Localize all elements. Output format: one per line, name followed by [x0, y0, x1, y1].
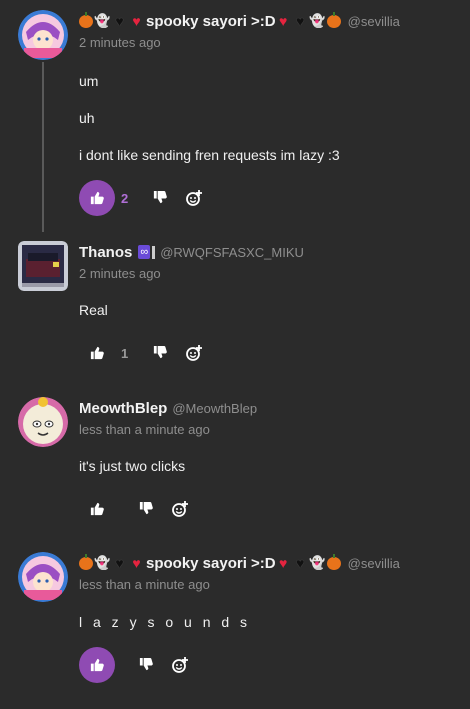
comment-text: um	[79, 73, 99, 89]
comment-header: 👻 ♥ ♥ spooky sayori >:D ♥ ♥ 👻 @sevillia	[79, 10, 400, 32]
comment-text: uh	[79, 110, 95, 126]
comment: 👻 ♥ ♥ spooky sayori >:D ♥ ♥ 👻 @sevillia …	[0, 10, 470, 230]
black-heart-icon: ♥	[115, 13, 124, 29]
ghost-icon: 👻	[94, 555, 111, 570]
thumbs-up-icon	[90, 191, 104, 205]
add-reaction-button[interactable]	[177, 180, 211, 216]
add-reaction-icon	[186, 189, 203, 206]
ghost-icon: 👻	[94, 13, 111, 28]
comment: 👻 ♥ ♥ spooky sayori >:D ♥ ♥ 👻 @sevillia …	[0, 552, 470, 692]
badge-bar-icon	[152, 245, 156, 259]
red-heart-icon: ♥	[278, 555, 288, 571]
author-handle[interactable]: @MeowthBlep	[172, 401, 257, 416]
pumpkin-icon	[326, 11, 341, 28]
pumpkin-icon	[79, 11, 93, 28]
black-heart-icon: ♥	[295, 555, 305, 571]
thumbs-down-icon	[139, 501, 153, 515]
add-reaction-icon	[186, 344, 203, 361]
thumbs-down-icon	[139, 657, 153, 671]
infinity-badge: ∞	[138, 245, 151, 259]
comment-actions	[79, 491, 197, 527]
like-count: 2	[121, 190, 129, 206]
ghost-icon: 👻	[309, 13, 326, 28]
author-name[interactable]: spooky sayori >:D	[146, 13, 276, 30]
comment: MeowthBlep @MeowthBlep less than a minut…	[0, 397, 470, 527]
comment-header: MeowthBlep @MeowthBlep	[79, 397, 257, 419]
black-heart-icon: ♥	[295, 13, 305, 29]
add-reaction-icon	[172, 500, 189, 517]
author-handle[interactable]: @RWQFSFASXC_MIKU	[160, 245, 304, 260]
thumbs-up-icon	[90, 658, 104, 672]
dislike-button[interactable]	[143, 335, 177, 371]
add-reaction-button[interactable]	[163, 647, 197, 683]
comment-actions: 2	[79, 180, 211, 216]
like-button[interactable]	[79, 491, 115, 527]
timestamp[interactable]: 2 minutes ago	[79, 35, 161, 50]
dislike-button[interactable]	[129, 647, 163, 683]
comment-header: Thanos ∞ @RWQFSFASXC_MIKU	[79, 241, 304, 263]
comment-text: i dont like sending fren requests im laz…	[79, 147, 340, 163]
timestamp[interactable]: 2 minutes ago	[79, 266, 161, 281]
timestamp[interactable]: less than a minute ago	[79, 422, 210, 437]
dislike-button[interactable]	[143, 180, 177, 216]
author-name[interactable]: spooky sayori >:D	[146, 555, 276, 572]
thumbs-down-icon	[153, 190, 167, 204]
thumbs-up-icon	[90, 502, 104, 516]
ghost-icon: 👻	[309, 555, 326, 570]
red-heart-icon: ♥	[132, 555, 141, 571]
comment: Thanos ∞ @RWQFSFASXC_MIKU 2 minutes ago …	[0, 241, 470, 371]
comment-actions: 1	[79, 335, 211, 371]
comment-actions	[79, 647, 197, 683]
timestamp[interactable]: less than a minute ago	[79, 577, 210, 592]
like-button[interactable]	[79, 180, 115, 216]
comment-text: Real	[79, 302, 108, 318]
dislike-button[interactable]	[129, 491, 163, 527]
author-name[interactable]: MeowthBlep	[79, 400, 167, 417]
red-heart-icon: ♥	[132, 13, 141, 29]
avatar[interactable]	[18, 552, 68, 602]
add-reaction-icon	[172, 656, 189, 673]
thumbs-up-icon	[90, 346, 104, 360]
add-reaction-button[interactable]	[177, 335, 211, 371]
author-handle[interactable]: @sevillia	[348, 556, 400, 571]
avatar[interactable]	[18, 241, 68, 291]
like-button[interactable]	[79, 647, 115, 683]
author-handle[interactable]: @sevillia	[348, 14, 400, 29]
author-name[interactable]: Thanos	[79, 244, 132, 261]
comment-text: l a z y s o u n d s	[79, 614, 251, 630]
pumpkin-icon	[79, 553, 93, 570]
comment-text: it's just two clicks	[79, 458, 186, 474]
like-button[interactable]	[79, 335, 115, 371]
add-reaction-button[interactable]	[163, 491, 197, 527]
avatar[interactable]	[18, 397, 68, 447]
thumbs-down-icon	[153, 345, 167, 359]
avatar[interactable]	[18, 10, 68, 60]
red-heart-icon: ♥	[278, 13, 288, 29]
black-heart-icon: ♥	[115, 555, 124, 571]
like-count: 1	[121, 345, 129, 361]
pumpkin-icon	[326, 553, 341, 570]
comment-header: 👻 ♥ ♥ spooky sayori >:D ♥ ♥ 👻 @sevillia	[79, 552, 400, 574]
